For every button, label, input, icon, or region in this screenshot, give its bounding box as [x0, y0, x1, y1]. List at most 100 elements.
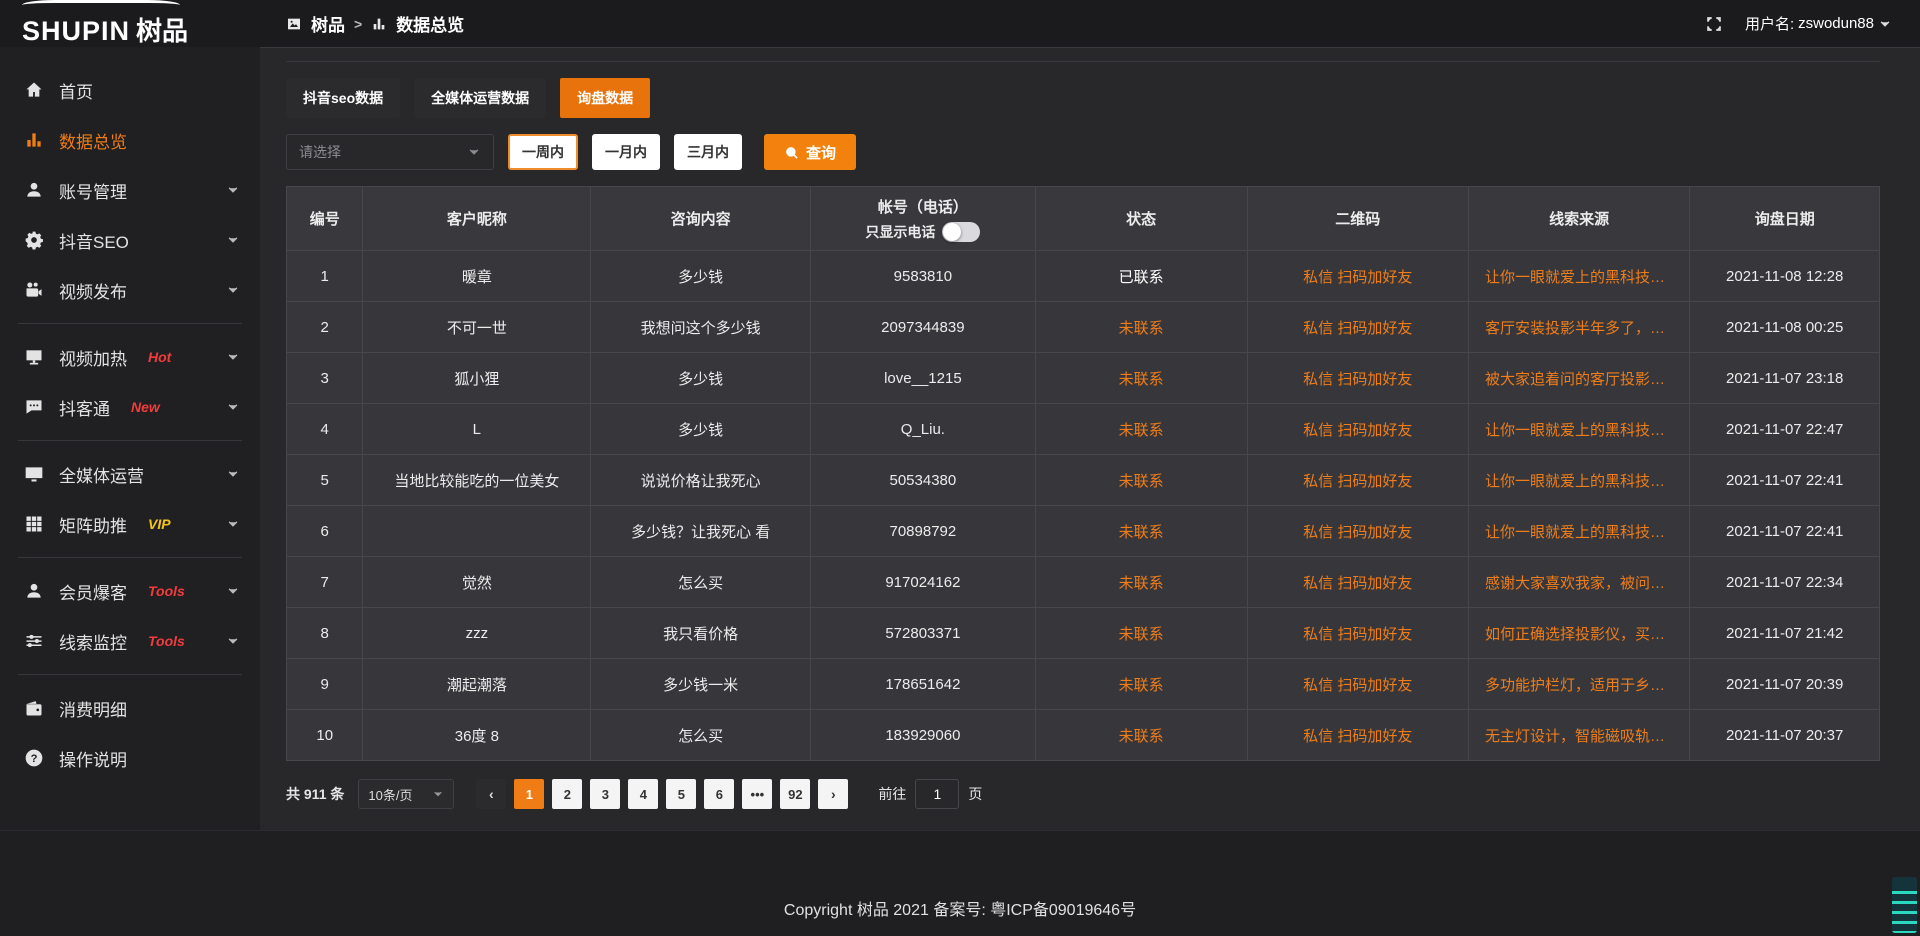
column-header: 二维码 — [1247, 187, 1468, 251]
source-cell[interactable]: 被大家追着问的客厅投影分享... — [1468, 353, 1689, 404]
pagination-ellipsis[interactable]: ••• — [742, 779, 772, 809]
table-row: 3狐小狸多少钱love__1215未联系私信 扫码加好友被大家追着问的客厅投影分… — [287, 353, 1880, 404]
source-cell[interactable]: 让你一眼就爱上的黑科技，能... — [1468, 506, 1689, 557]
table-row: 1036度 8怎么买183929060未联系私信 扫码加好友无主灯设计，智能磁吸… — [287, 710, 1880, 761]
user-menu[interactable]: 用户名: zswodun88 — [1745, 13, 1892, 34]
date-cell: 2021-11-08 00:25 — [1690, 302, 1880, 353]
row-number: 6 — [287, 506, 363, 557]
page-button-5[interactable]: 5 — [666, 779, 696, 809]
source-cell[interactable]: 让你一眼就爱上的黑科技，能... — [1468, 455, 1689, 506]
prev-page-button[interactable]: ‹ — [476, 779, 506, 809]
page-button-3[interactable]: 3 — [590, 779, 620, 809]
sidebar-item-clue-monitor[interactable]: 线索监控 Tools — [0, 616, 260, 666]
content-cell: 我只看价格 — [591, 608, 811, 659]
source-cell[interactable]: 感谢大家喜欢我家，被问了好... — [1468, 557, 1689, 608]
sidebar-item-home[interactable]: 首页 — [0, 65, 260, 115]
account-cell: 917024162 — [811, 557, 1036, 608]
sidebar-item-video-heat[interactable]: 视频加热Hot — [0, 332, 260, 382]
chevron-down-icon — [226, 400, 240, 414]
tab-0[interactable]: 抖音seo数据 — [286, 78, 400, 118]
date-cell: 2021-11-07 22:47 — [1690, 404, 1880, 455]
qr-cell[interactable]: 私信 扫码加好友 — [1247, 404, 1468, 455]
page-button-6[interactable]: 6 — [704, 779, 734, 809]
chevron-down-icon — [226, 584, 240, 598]
breadcrumb-root[interactable]: 树品 — [311, 11, 345, 36]
camera-icon — [24, 280, 44, 300]
content-cell: 多少钱一米 — [591, 659, 811, 710]
status-cell: 已联系 — [1035, 251, 1247, 302]
sidebar-item-label: 首页 — [59, 78, 93, 103]
date-cell: 2021-11-07 22:34 — [1690, 557, 1880, 608]
nickname-cell: 当地比较能吃的一位美女 — [363, 455, 591, 506]
nickname-cell: 觉然 — [363, 557, 591, 608]
source-cell[interactable]: 如何正确选择投影仪，买投影... — [1468, 608, 1689, 659]
page-button-2[interactable]: 2 — [552, 779, 582, 809]
tab-1[interactable]: 全媒体运营数据 — [414, 78, 546, 118]
sidebar-item-consumption[interactable]: 消费明细 — [0, 683, 260, 733]
qr-cell[interactable]: 私信 扫码加好友 — [1247, 353, 1468, 404]
source-cell[interactable]: 客厅安装投影半年多了，真实... — [1468, 302, 1689, 353]
footer: Copyright 树品 2021 备案号: 粤ICP备09019646号 — [0, 830, 1920, 936]
sidebar-item-member-baoke[interactable]: 会员爆客Tools — [0, 566, 260, 616]
page-button-1[interactable]: 1 — [514, 779, 544, 809]
page-button-92[interactable]: 92 — [780, 779, 810, 809]
nickname-cell: 36度 8 — [363, 710, 591, 761]
qr-cell[interactable]: 私信 扫码加好友 — [1247, 557, 1468, 608]
tab-2[interactable]: 询盘数据 — [560, 78, 650, 118]
source-cell[interactable]: 让你一眼就爱上的黑科技，能... — [1468, 404, 1689, 455]
row-number: 4 — [287, 404, 363, 455]
qr-cell[interactable]: 私信 扫码加好友 — [1247, 455, 1468, 506]
range-button[interactable]: 三月内 — [674, 134, 742, 170]
account-select[interactable]: 请选择 — [286, 134, 494, 170]
nickname-cell: 狐小狸 — [363, 353, 591, 404]
qr-cell[interactable]: 私信 扫码加好友 — [1247, 608, 1468, 659]
page-size-select[interactable]: 10条/页 — [358, 779, 454, 809]
sidebar-item-badge: Tools — [148, 583, 185, 599]
source-cell[interactable]: 多功能护栏灯，适用于乡村文... — [1468, 659, 1689, 710]
date-cell: 2021-11-07 22:41 — [1690, 455, 1880, 506]
sidebar-item-instructions[interactable]: ?操作说明 — [0, 733, 260, 783]
sidebar-item-matrix-boost[interactable]: 矩阵助推VIP — [0, 499, 260, 549]
page-button-4[interactable]: 4 — [628, 779, 658, 809]
source-cell[interactable]: 让你一眼就爱上的黑科技，能... — [1468, 251, 1689, 302]
table-row: 7觉然怎么买917024162未联系私信 扫码加好友感谢大家喜欢我家，被问了好.… — [287, 557, 1880, 608]
content-cell: 怎么买 — [591, 557, 811, 608]
sidebar-item-label: 操作说明 — [59, 746, 127, 771]
qr-cell[interactable]: 私信 扫码加好友 — [1247, 710, 1468, 761]
fullscreen-icon[interactable] — [1705, 15, 1723, 33]
qr-cell[interactable]: 私信 扫码加好友 — [1247, 251, 1468, 302]
sidebar-item-label: 账号管理 — [59, 178, 127, 203]
search-button[interactable]: 查询 — [764, 134, 856, 170]
column-header: 询盘日期 — [1690, 187, 1880, 251]
goto-label: 前往 — [878, 784, 906, 804]
range-button[interactable]: 一月内 — [592, 134, 660, 170]
goto-page-input[interactable] — [915, 779, 959, 809]
qr-cell[interactable]: 私信 扫码加好友 — [1247, 659, 1468, 710]
breadcrumb: 树品 > 数据总览 — [286, 11, 464, 36]
sidebar-item-video-publish[interactable]: 视频发布 — [0, 265, 260, 315]
sidebar-item-label: 消费明细 — [59, 696, 127, 721]
sidebar-item-badge: Tools — [148, 633, 185, 649]
content-cell: 说说价格让我死心 — [591, 455, 811, 506]
status-cell: 未联系 — [1035, 353, 1247, 404]
sidebar-item-label: 线索监控 — [59, 629, 127, 654]
phone-only-toggle[interactable] — [942, 222, 980, 242]
qr-cell[interactable]: 私信 扫码加好友 — [1247, 302, 1468, 353]
account-cell: 70898792 — [811, 506, 1036, 557]
chevron-down-icon — [226, 517, 240, 531]
data-tabs: 抖音seo数据全媒体运营数据询盘数据 — [286, 78, 1880, 118]
qr-cell[interactable]: 私信 扫码加好友 — [1247, 506, 1468, 557]
sidebar-item-douyin-seo[interactable]: 抖音SEO — [0, 215, 260, 265]
source-cell[interactable]: 无主灯设计，智能磁吸轨道灯... — [1468, 710, 1689, 761]
member-icon — [24, 581, 44, 601]
status-cell: 未联系 — [1035, 557, 1247, 608]
sidebar-item-media-ops[interactable]: 全媒体运营 — [0, 449, 260, 499]
sidebar-item-douketong[interactable]: 抖客通New — [0, 382, 260, 432]
table-row: 8zzz我只看价格572803371未联系私信 扫码加好友如何正确选择投影仪，买… — [287, 608, 1880, 659]
chat-widget[interactable] — [1892, 877, 1917, 933]
sidebar-item-account-manage[interactable]: 账号管理 — [0, 165, 260, 215]
nickname-cell: L — [363, 404, 591, 455]
next-page-button[interactable]: › — [818, 779, 848, 809]
range-button[interactable]: 一周内 — [508, 134, 578, 170]
sidebar-item-data-overview[interactable]: 数据总览 — [0, 115, 260, 165]
